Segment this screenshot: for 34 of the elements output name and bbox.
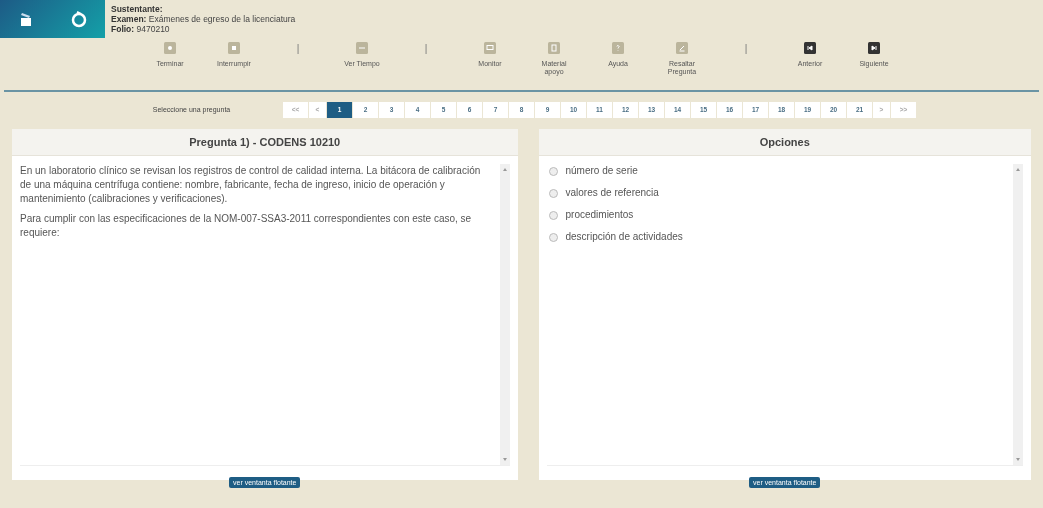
radio-button[interactable] bbox=[548, 210, 558, 220]
panel-title: Pregunta 1) - CODENS 10210 bbox=[12, 129, 518, 156]
clock-icon bbox=[356, 42, 368, 54]
scroll-down-icon[interactable] bbox=[502, 458, 507, 461]
skip-back-icon bbox=[804, 42, 816, 54]
option-label[interactable]: valores de referencia bbox=[565, 186, 659, 200]
monitor-icon bbox=[484, 42, 496, 54]
scrollbar[interactable] bbox=[499, 164, 510, 465]
info-line: Folio: 9470210 bbox=[111, 24, 171, 34]
radio-button[interactable] bbox=[548, 166, 558, 176]
scrollbar[interactable] bbox=[1013, 164, 1023, 465]
scroll-down-icon[interactable] bbox=[1016, 458, 1020, 461]
pen-icon bbox=[676, 42, 688, 54]
scroll-up-icon[interactable] bbox=[1016, 168, 1020, 171]
panel-title: Opciones bbox=[538, 129, 1031, 156]
separator: | bbox=[743, 43, 749, 54]
radio-button[interactable] bbox=[548, 188, 558, 198]
separator: | bbox=[423, 43, 429, 54]
help-icon bbox=[612, 42, 624, 54]
option-label[interactable]: descripción de actividades bbox=[565, 230, 683, 244]
info-line: Sustentante: bbox=[111, 4, 164, 14]
separator: | bbox=[295, 43, 301, 54]
stop-icon bbox=[164, 42, 176, 54]
option-label[interactable]: número de serie bbox=[565, 164, 638, 178]
radio-button[interactable] bbox=[548, 232, 558, 242]
pause-icon bbox=[228, 42, 240, 54]
scroll-up-icon[interactable] bbox=[502, 168, 507, 171]
skip-forward-icon bbox=[868, 42, 880, 54]
document-icon bbox=[548, 42, 560, 54]
question-text: En un laboratorio clínico se revisan los registros de control de calidad interna. La bitácora de calibración de una máquina centrífuga contiene: nombre, fabricante, fecha de ingreso, inicio de operación y mantenimiento (calibraciones y verificaciones). bbox=[20, 164, 482, 206]
option-label[interactable]: procedimientos bbox=[565, 208, 634, 222]
question-text: Para cumplir con las especificaciones de la NOM-007-SSA3-2011 correspondientes con este caso, se requiere: bbox=[20, 212, 473, 240]
info-line: Examen: Exámenes de egreso de la licenciatura bbox=[111, 14, 296, 24]
logo-icon bbox=[70, 10, 87, 28]
